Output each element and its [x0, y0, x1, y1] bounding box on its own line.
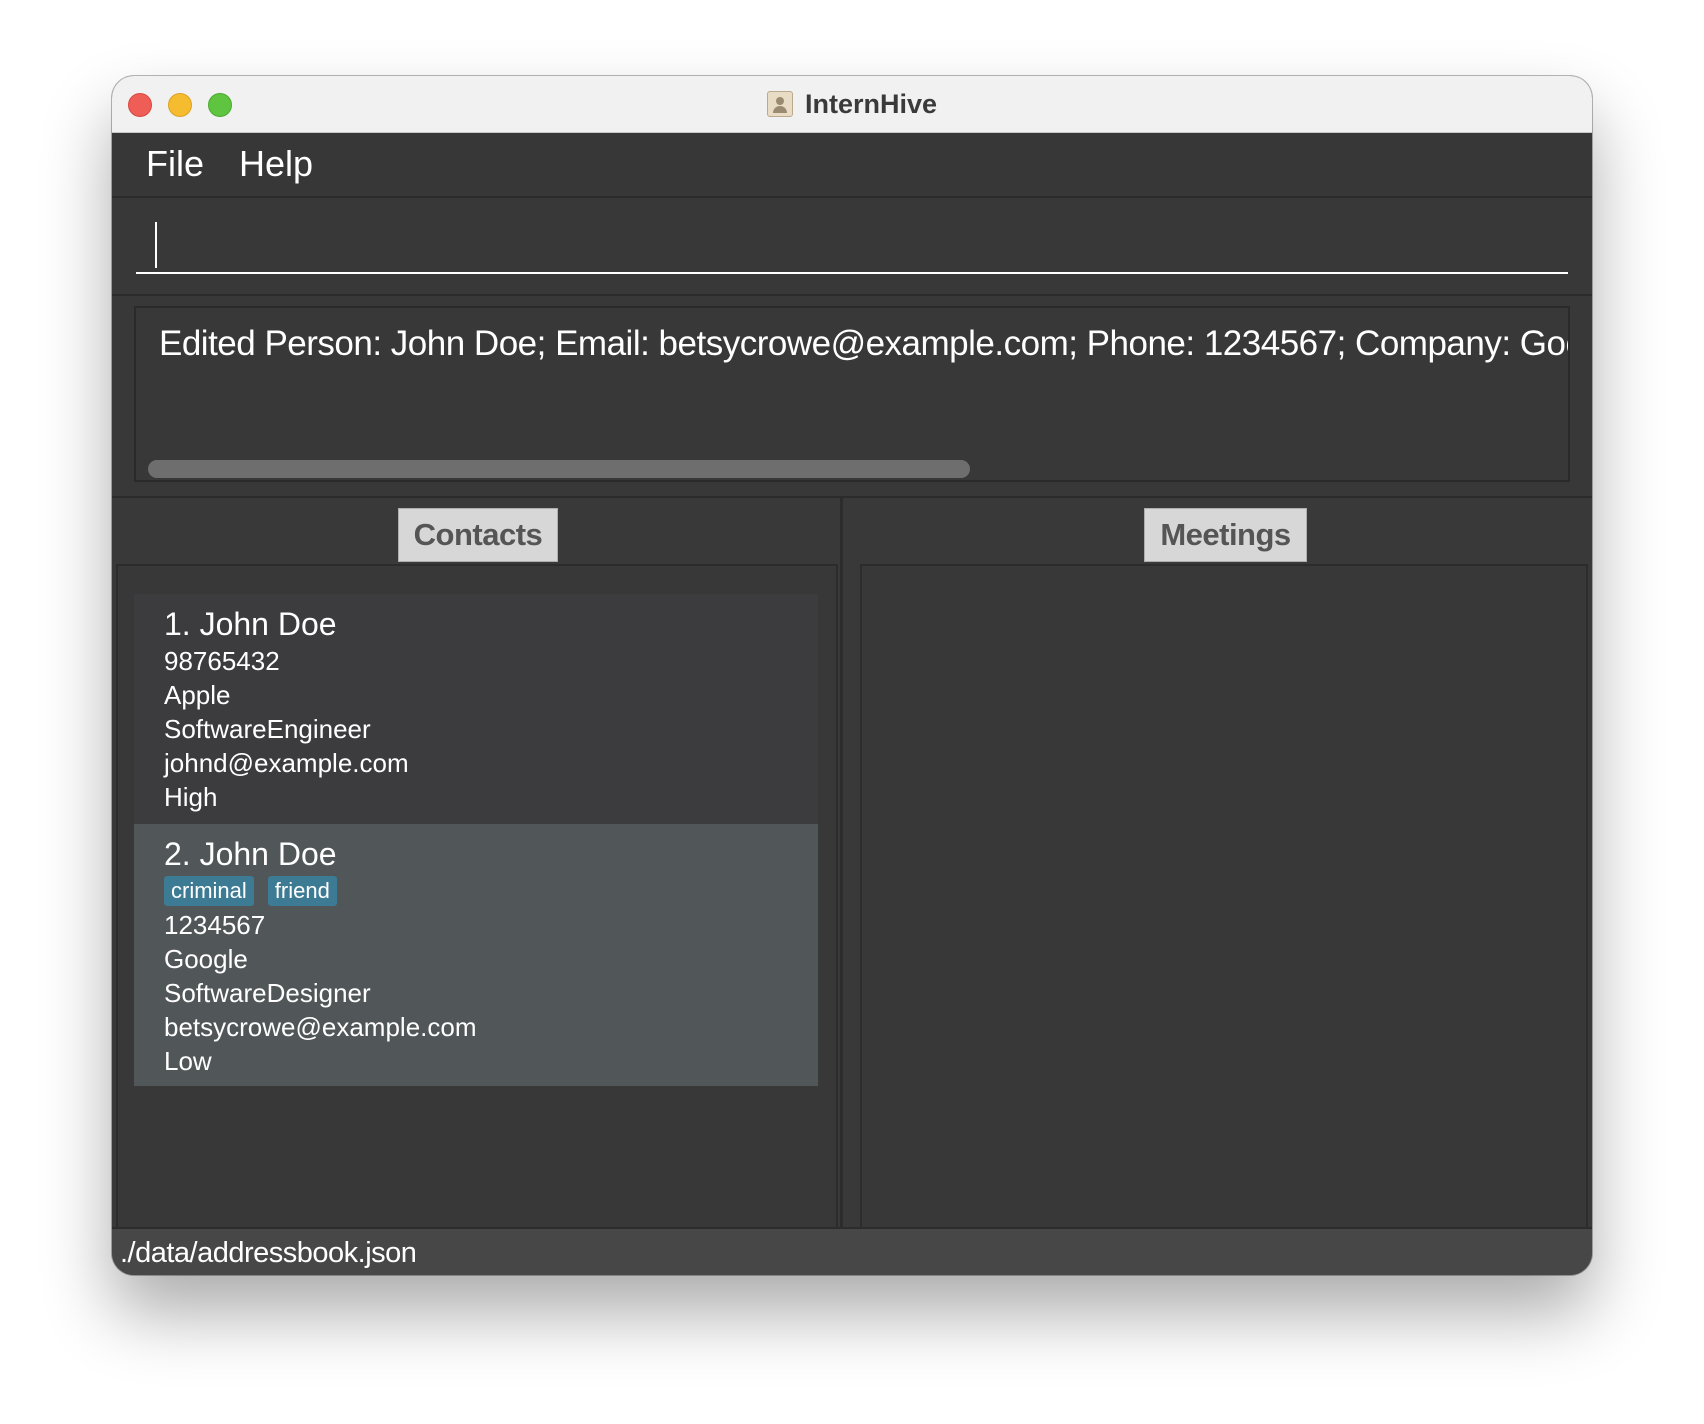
window-title: InternHive: [804, 88, 938, 119]
meeting-list: [860, 564, 1588, 1230]
contacts-app-icon: [766, 91, 793, 117]
tag-badge: friend: [267, 876, 337, 906]
contact-email: betsycrowe@example.com: [164, 1012, 477, 1042]
tag-badge: criminal: [164, 876, 254, 906]
contact-priority: Low: [164, 1046, 212, 1076]
contacts-tab-button[interactable]: Contacts: [398, 508, 558, 562]
contact-card-selected[interactable]: 2. John Doe criminal friend 1234567 Goog…: [134, 824, 818, 1086]
menu-file[interactable]: File: [146, 143, 204, 185]
save-file-path: ./data/addressbook.json: [120, 1237, 417, 1269]
menu-bar: File Help: [112, 133, 1592, 198]
menu-help[interactable]: Help: [239, 143, 313, 185]
command-input[interactable]: [136, 218, 1568, 274]
contact-name: 1. John Doe: [164, 606, 337, 642]
main-panes: Contacts Meetings 1. John Doe 98765432 A…: [112, 498, 1592, 1230]
command-box: [112, 198, 1592, 296]
title-bar: InternHive: [112, 76, 1592, 133]
tag-list: criminal friend: [164, 874, 788, 908]
horizontal-scrollbar[interactable]: [148, 460, 970, 478]
contact-role: SoftwareEngineer: [164, 714, 371, 744]
contact-role: SoftwareDesigner: [164, 978, 371, 1008]
contact-phone: 1234567: [164, 910, 266, 940]
contact-name: 2. John Doe: [164, 836, 337, 872]
status-bar: ./data/addressbook.json: [112, 1227, 1592, 1275]
meetings-tab-button[interactable]: Meetings: [1144, 508, 1307, 562]
contact-priority: High: [164, 782, 218, 812]
result-display-area: Edited Person: John Doe; Email: betsycro…: [112, 296, 1592, 498]
pane-divider[interactable]: [840, 498, 843, 1230]
contact-card[interactable]: 1. John Doe 98765432 Apple SoftwareEngin…: [134, 594, 818, 824]
contact-company: Apple: [164, 680, 231, 710]
text-caret: [155, 222, 157, 268]
result-message: Edited Person: John Doe; Email: betsycro…: [159, 324, 1570, 363]
contact-phone: 98765432: [164, 646, 280, 676]
result-display: Edited Person: John Doe; Email: betsycro…: [134, 306, 1570, 482]
contact-email: johnd@example.com: [164, 748, 409, 778]
title-group: InternHive: [112, 76, 1592, 132]
contact-company: Google: [164, 944, 248, 974]
app-window: InternHive File Help Edited Person: John…: [112, 76, 1592, 1275]
